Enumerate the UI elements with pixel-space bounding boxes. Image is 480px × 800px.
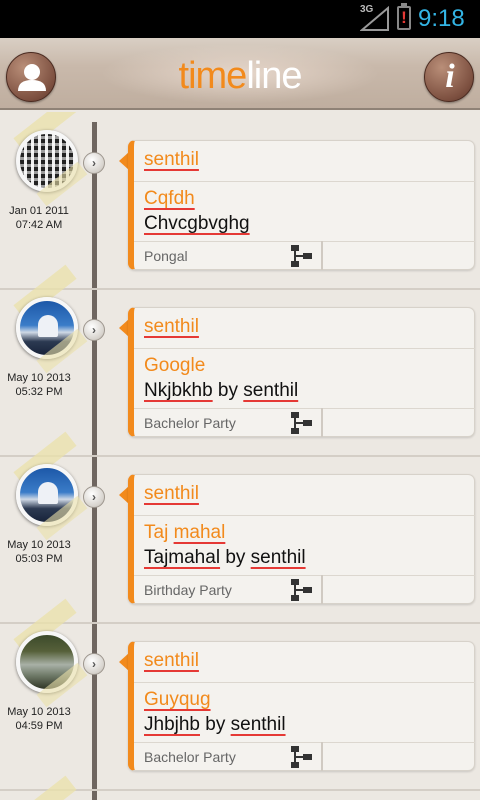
logo-part-time: time xyxy=(178,55,248,97)
card-action-divider xyxy=(321,241,323,270)
entry-card[interactable]: senthil Guyqug Jhbjhb by senthil Bachelo… xyxy=(128,641,475,771)
chevron-right-icon: › xyxy=(83,319,105,341)
timeline-entry[interactable]: Jan 01 2011 07:42 AM › senthil Cqfdh Chv… xyxy=(0,112,480,279)
hierarchy-icon[interactable] xyxy=(288,744,314,770)
info-icon: i xyxy=(445,58,455,95)
entry-desc-text: Nkjbkhb xyxy=(144,380,213,401)
entry-title[interactable]: Cqfdh xyxy=(144,186,195,212)
info-button[interactable]: i xyxy=(424,52,474,102)
card-divider xyxy=(134,408,475,409)
card-divider xyxy=(134,742,475,743)
card-action-divider xyxy=(321,408,323,437)
profile-button[interactable] xyxy=(6,52,56,102)
card-divider xyxy=(134,181,475,182)
entry-desc-user: senthil xyxy=(243,380,299,401)
entry-username[interactable]: senthil xyxy=(144,481,199,507)
entry-datetime: Jan 01 2011 07:42 AM xyxy=(0,204,78,232)
entry-date: May 10 2013 xyxy=(7,539,71,551)
card-divider xyxy=(134,348,475,349)
clock: 9:18 xyxy=(418,5,465,32)
status-bar: 3G ! 9:18 xyxy=(0,0,480,38)
entry-desc-text: Chvcgbvghg xyxy=(144,213,250,234)
entry-event-name: Birthday Party xyxy=(144,582,232,598)
entry-description: Chvcgbvghg xyxy=(144,211,250,237)
entry-desc-user: senthil xyxy=(230,714,286,735)
hierarchy-icon[interactable] xyxy=(288,410,314,436)
profile-icon xyxy=(18,64,46,91)
card-action-divider xyxy=(321,575,323,604)
hierarchy-icon[interactable] xyxy=(288,577,314,603)
entry-desc-text: Tajmahal xyxy=(144,547,221,568)
entry-username[interactable]: senthil xyxy=(144,648,199,674)
entry-event-name: Pongal xyxy=(144,248,188,264)
signal-icon xyxy=(360,6,389,31)
battery-alert-icon: ! xyxy=(401,8,407,27)
card-divider xyxy=(134,682,475,683)
card-divider xyxy=(134,515,475,516)
timeline-entry[interactable]: May 10 2013 05:03 PM › senthil Taj mahal… xyxy=(0,431,480,613)
entry-event-name: Bachelor Party xyxy=(144,415,236,431)
entry-datetime: May 10 2013 04:59 PM xyxy=(0,705,78,733)
entry-date: May 10 2013 xyxy=(7,706,71,718)
entry-time: 05:32 PM xyxy=(15,386,63,398)
hierarchy-icon[interactable] xyxy=(288,243,314,269)
entry-date: Jan 01 2011 xyxy=(9,205,69,217)
entry-title[interactable]: Google xyxy=(144,353,205,379)
card-action-divider xyxy=(321,742,323,771)
entry-card[interactable]: senthil Taj mahal Tajmahal by senthil Bi… xyxy=(128,474,475,604)
entry-description: Nkjbkhb by senthil xyxy=(144,378,298,404)
entry-time: 04:59 PM xyxy=(15,720,63,732)
entry-title-part: Taj xyxy=(144,522,169,543)
chevron-right-icon: › xyxy=(83,152,105,174)
entry-desc-by: by xyxy=(220,547,251,568)
chevron-right-icon: › xyxy=(83,486,105,508)
entry-date: May 10 2013 xyxy=(7,372,71,384)
timeline-list[interactable]: Jan 01 2011 07:42 AM › senthil Cqfdh Chv… xyxy=(0,112,480,800)
entry-card[interactable]: senthil Google Nkjbkhb by senthil Bachel… xyxy=(128,307,475,437)
entry-username[interactable]: senthil xyxy=(144,147,199,173)
timeline-entry[interactable]: May 10 2013 04:59 PM › senthil Guyqug Jh… xyxy=(0,598,480,780)
entry-time: 07:42 AM xyxy=(15,219,63,231)
entry-desc-text: Jhbjhb xyxy=(144,714,200,735)
entry-description: Tajmahal by senthil xyxy=(144,545,306,571)
chevron-right-icon: › xyxy=(83,653,105,675)
entry-time: 05:03 PM xyxy=(15,553,63,565)
entry-datetime: May 10 2013 05:03 PM xyxy=(0,538,78,566)
entry-description: Jhbjhb by senthil xyxy=(144,712,286,738)
entry-title[interactable]: Taj mahal xyxy=(144,520,225,546)
entry-desc-by: by xyxy=(212,380,244,401)
entry-title-part: mahal xyxy=(173,522,226,543)
entry-desc-user: senthil xyxy=(250,547,306,568)
card-divider xyxy=(134,241,475,242)
entry-title[interactable]: Guyqug xyxy=(144,687,211,713)
logo-part-line: line xyxy=(246,55,302,97)
app-header: timeline i xyxy=(0,38,480,110)
entry-desc-by: by xyxy=(200,714,231,735)
entry-username[interactable]: senthil xyxy=(144,314,199,340)
entry-datetime: May 10 2013 05:32 PM xyxy=(0,371,78,399)
card-divider xyxy=(134,575,475,576)
entry-card[interactable]: senthil Cqfdh Chvcgbvghg Pongal xyxy=(128,140,475,270)
timeline-entry[interactable]: May 10 2013 05:32 PM › senthil Google Nk… xyxy=(0,264,480,446)
app-logo: timeline xyxy=(160,54,320,98)
entry-event-name: Bachelor Party xyxy=(144,749,236,765)
